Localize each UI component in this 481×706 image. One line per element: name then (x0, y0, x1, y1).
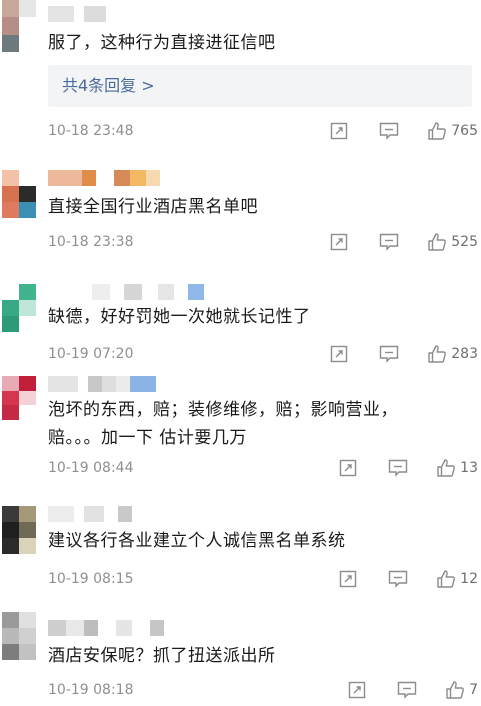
comment-actions: 765 (327, 120, 478, 142)
comment-actions: 7 (345, 679, 478, 701)
comment-text: 建议各行各业建立个人诚信黑名单系统 (48, 531, 346, 551)
username[interactable] (48, 506, 132, 522)
like-count: 12 (460, 571, 478, 587)
comment-icon[interactable] (386, 568, 410, 590)
comment-icon[interactable] (395, 679, 419, 701)
comment-time: 10-19 07:20 (48, 346, 134, 362)
view-replies-button[interactable]: 共4条回复 > (48, 65, 472, 107)
comment-text: 直接全国行业酒店黑名单吧 (48, 197, 258, 217)
comment-text: 缺德，好好罚她一次她就长记性了 (48, 307, 311, 327)
username[interactable] (48, 170, 160, 186)
share-icon[interactable] (336, 568, 360, 590)
like-button[interactable]: 525 (427, 232, 478, 252)
comment-time: 10-19 08:18 (48, 682, 134, 698)
avatar[interactable] (2, 0, 36, 52)
like-button[interactable]: 12 (436, 569, 478, 589)
like-count: 525 (451, 234, 478, 250)
avatar[interactable] (2, 506, 36, 554)
thumbs-up-icon (445, 680, 465, 700)
comment-actions: 283 (327, 343, 478, 365)
like-button[interactable]: 765 (427, 121, 478, 141)
username[interactable] (48, 376, 156, 392)
thumbs-up-icon (427, 344, 447, 364)
share-icon[interactable] (336, 457, 360, 479)
comment-time: 10-19 08:44 (48, 460, 134, 476)
comment-icon[interactable] (377, 343, 401, 365)
comment-time: 10-18 23:48 (48, 123, 134, 139)
comment-meta: 10-19 08:44 13 (48, 457, 481, 479)
comment-icon[interactable] (386, 457, 410, 479)
comment-actions: 12 (336, 568, 478, 590)
thumbs-up-icon (427, 232, 447, 252)
comment-time: 10-18 23:38 (48, 234, 134, 250)
comment-text: 酒店安保呢？抓了扭送派出所 (48, 646, 276, 666)
like-count: 7 (469, 682, 478, 698)
comment-meta: 10-19 08:18 7 (48, 679, 481, 701)
comment-actions: 525 (327, 231, 478, 253)
share-icon[interactable] (327, 343, 351, 365)
comment-text: 泡坏的东西，赔；装修维修，赔；影响营业，赔。。。加一下 估计要几万 (48, 400, 398, 448)
comment-text: 服了，这种行为直接进征信吧 (48, 33, 276, 53)
username[interactable] (48, 6, 106, 22)
share-icon[interactable] (327, 231, 351, 253)
avatar[interactable] (2, 612, 36, 660)
like-count: 765 (451, 123, 478, 139)
like-button[interactable]: 7 (445, 680, 478, 700)
thumbs-up-icon (427, 121, 447, 141)
share-icon[interactable] (327, 120, 351, 142)
thumbs-up-icon (436, 569, 456, 589)
comment-time: 10-19 08:15 (48, 571, 134, 587)
comment-meta: 10-18 23:38 525 (48, 231, 481, 253)
like-button[interactable]: 283 (427, 344, 478, 364)
username[interactable] (48, 284, 204, 300)
like-count: 13 (460, 460, 478, 476)
comment-icon[interactable] (377, 231, 401, 253)
comment-actions: 13 (336, 457, 478, 479)
avatar[interactable] (2, 170, 36, 218)
like-button[interactable]: 13 (436, 458, 478, 478)
share-icon[interactable] (345, 679, 369, 701)
comment-meta: 10-19 07:20 283 (48, 343, 481, 365)
like-count: 283 (451, 346, 478, 362)
thumbs-up-icon (436, 458, 456, 478)
comment-meta: 10-19 08:15 12 (48, 568, 481, 590)
comment-icon[interactable] (377, 120, 401, 142)
comment-meta: 10-18 23:48 765 (48, 120, 481, 142)
username[interactable] (48, 620, 164, 636)
avatar[interactable] (2, 284, 36, 332)
avatar[interactable] (2, 376, 36, 420)
